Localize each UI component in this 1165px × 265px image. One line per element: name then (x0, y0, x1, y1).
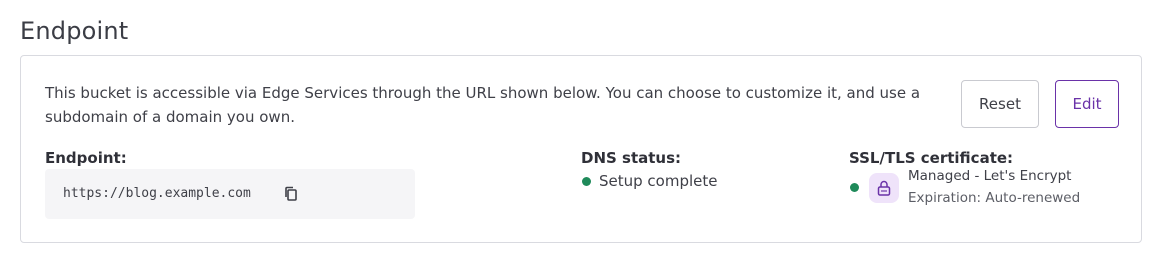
ssl-certificate-label: SSL/TLS certificate: (849, 149, 1014, 167)
dns-status: Setup complete (582, 171, 718, 191)
reset-button[interactable]: Reset (961, 80, 1039, 128)
dns-status-text: Setup complete (599, 172, 718, 190)
copy-icon[interactable] (282, 185, 300, 203)
endpoint-url: https://blog.example.com (63, 186, 251, 201)
endpoint-label: Endpoint: (45, 149, 127, 167)
section-title: Endpoint (20, 17, 129, 45)
ssl-expiration-text: Expiration: Auto-renewed (908, 190, 1081, 206)
endpoint-card: This bucket is accessible via Edge Servi… (20, 55, 1142, 243)
edit-button[interactable]: Edit (1055, 80, 1119, 128)
endpoint-description: This bucket is accessible via Edge Servi… (45, 84, 921, 126)
lock-icon (869, 173, 899, 203)
dns-status-label: DNS status: (581, 149, 682, 167)
dns-status-dot-icon (582, 176, 591, 186)
ssl-managed-text: Managed - Let's Encrypt (908, 168, 1072, 184)
endpoint-url-box: https://blog.example.com (45, 169, 415, 219)
ssl-status-dot-icon (850, 183, 859, 192)
